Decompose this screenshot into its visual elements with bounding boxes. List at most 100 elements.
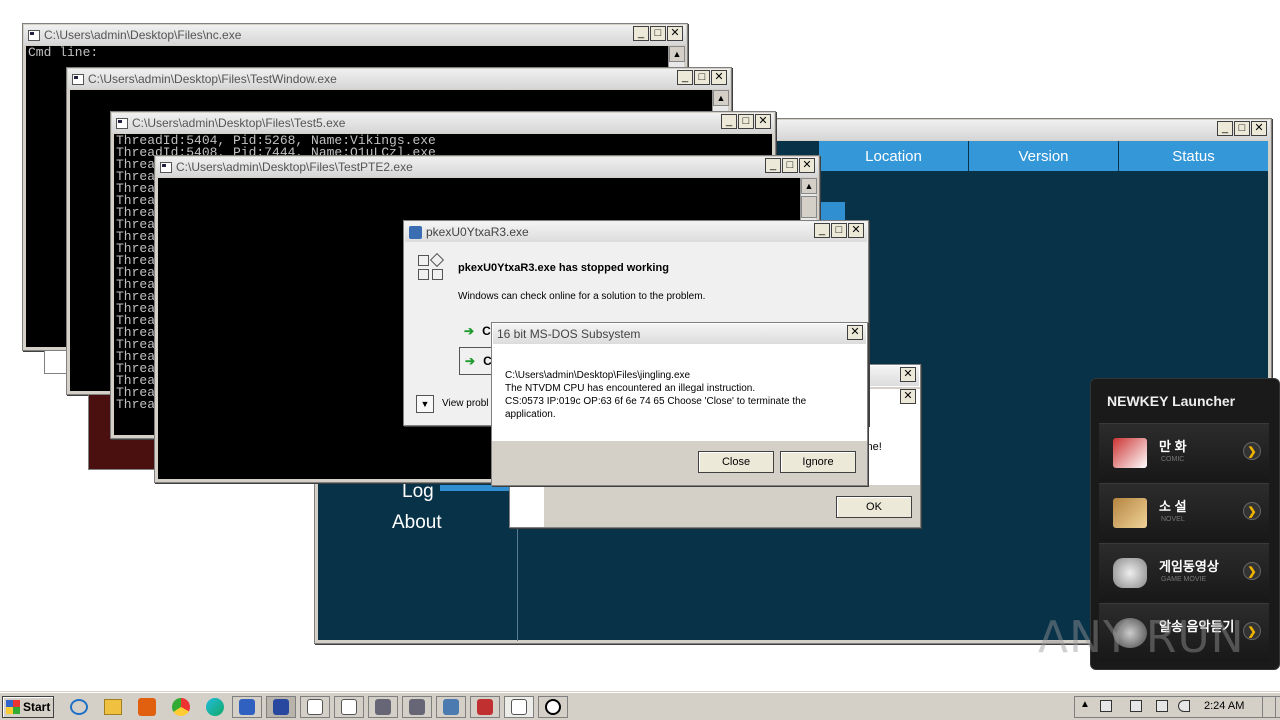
volume-icon[interactable] — [1178, 700, 1190, 712]
test5-titlebar[interactable]: C:\Users\admin\Desktop\Files\Test5.exe — [112, 113, 774, 133]
close-button[interactable]: ✕ — [848, 223, 864, 238]
taskbar-app-button[interactable] — [368, 696, 398, 718]
maximize-button[interactable]: □ — [650, 26, 666, 41]
minimize-button[interactable]: _ — [677, 70, 693, 85]
taskbar-console-button[interactable] — [300, 696, 330, 718]
minimize-button[interactable]: _ — [721, 114, 737, 129]
nc-title: C:\Users\admin\Desktop\Files\nc.exe — [44, 28, 242, 42]
console-icon — [72, 73, 84, 85]
taskbar-app-button[interactable] — [266, 696, 296, 718]
maximize-button[interactable]: □ — [831, 223, 847, 238]
taskbar-app-button[interactable] — [470, 696, 500, 718]
media-player-icon[interactable] — [138, 698, 156, 716]
console-icon — [307, 699, 323, 715]
taskbar-console-button[interactable] — [334, 696, 364, 718]
chevron-right-icon[interactable]: ❯ — [1243, 622, 1261, 640]
launcher-item-title: 소 설 — [1159, 499, 1187, 514]
console-icon — [511, 699, 527, 715]
window-controls: _ □ ✕ — [1217, 121, 1267, 136]
close-button[interactable]: ✕ — [900, 389, 916, 404]
msdos-dialog-titlebar[interactable]: 16 bit MS-DOS Subsystem — [493, 324, 866, 344]
clock[interactable]: 2:24 AM — [1204, 700, 1244, 712]
column-location[interactable]: Location — [818, 141, 968, 171]
close-button[interactable]: ✕ — [900, 367, 916, 382]
chevron-right-icon[interactable]: ❯ — [1243, 442, 1261, 460]
testpte2-titlebar[interactable]: C:\Users\admin\Desktop\Files\TestPTE2.ex… — [156, 157, 818, 177]
app-icon — [239, 699, 255, 715]
close-button[interactable]: ✕ — [1251, 121, 1267, 136]
maximize-button[interactable]: □ — [782, 158, 798, 173]
show-desktop-button[interactable] — [1262, 696, 1276, 718]
msdos-line3: CS:0573 IP:019c OP:63 6f 6e 74 65 Choose… — [505, 396, 807, 407]
console-icon — [160, 161, 172, 173]
chevron-right-icon[interactable]: ❯ — [1243, 562, 1261, 580]
stopped-message: Windows can check online for a solution … — [458, 291, 706, 302]
sidebar-item-about[interactable]: About — [392, 512, 442, 534]
expand-details-icon[interactable]: ▼ — [416, 395, 434, 413]
nc-titlebar[interactable]: C:\Users\admin\Desktop\Files\nc.exe — [24, 25, 686, 45]
close-button[interactable]: ✕ — [755, 114, 771, 129]
ok-button[interactable]: OK — [836, 496, 912, 518]
view-problem-link[interactable]: View probl — [442, 398, 489, 409]
folder-icon[interactable] — [104, 699, 122, 715]
testwindow-titlebar[interactable]: C:\Users\admin\Desktop\Files\TestWindow.… — [68, 69, 730, 89]
column-status[interactable]: Status — [1118, 141, 1268, 171]
taskbar-app-button[interactable] — [538, 696, 568, 718]
maximize-button[interactable]: □ — [1234, 121, 1250, 136]
window-controls: _ □ ✕ — [677, 70, 727, 85]
menu-icon[interactable] — [821, 202, 845, 222]
nc-console-text: Cmd line: — [28, 46, 99, 60]
close-button[interactable]: ✕ — [799, 158, 815, 173]
chrome-icon[interactable] — [172, 698, 190, 716]
chevron-right-icon[interactable]: ❯ — [1243, 502, 1261, 520]
start-button[interactable]: Start — [2, 696, 54, 718]
window-controls: ✕ — [900, 389, 916, 404]
stopped-dialog-titlebar[interactable]: pkexU0YtxaR3.exe — [405, 222, 867, 242]
minimize-button[interactable]: _ — [633, 26, 649, 41]
msdos-message: C:\Users\admin\Desktop\Files\jingling.ex… — [505, 369, 806, 421]
console-icon — [341, 699, 357, 715]
scroll-thumb[interactable] — [801, 196, 817, 218]
maximize-button[interactable]: □ — [738, 114, 754, 129]
green-arrow-icon: ➔ — [464, 324, 475, 338]
chevron-up-icon[interactable]: ▲ — [1080, 699, 1090, 710]
launcher-item-game-movie[interactable]: 게임동영상 GAME MOVIE ❯ — [1099, 543, 1269, 601]
scroll-up-icon[interactable]: ▲ — [669, 46, 685, 62]
app-icon — [409, 699, 425, 715]
msdos-line2: The NTVDM CPU has encountered an illegal… — [505, 383, 756, 394]
ie-icon[interactable] — [70, 699, 88, 715]
launcher-item-novel[interactable]: 소 설 NOVEL ❯ — [1099, 483, 1269, 541]
scroll-up-icon[interactable]: ▲ — [713, 90, 729, 106]
close-button[interactable]: ✕ — [711, 70, 727, 85]
column-version[interactable]: Version — [968, 141, 1118, 171]
ignore-button[interactable]: Ignore — [780, 451, 856, 473]
close-button[interactable]: ✕ — [667, 26, 683, 41]
edge-icon[interactable] — [206, 698, 224, 716]
scroll-up-icon[interactable]: ▲ — [801, 178, 817, 194]
sidebar-item-log[interactable]: Log — [402, 481, 434, 503]
minimize-button[interactable]: _ — [765, 158, 781, 173]
msdos-dialog[interactable]: 16 bit MS-DOS Subsystem ✕ C:\Users\admin… — [491, 322, 868, 486]
monitor-icon[interactable] — [1156, 700, 1168, 712]
maximize-button[interactable]: □ — [694, 70, 710, 85]
minimize-button[interactable]: _ — [814, 223, 830, 238]
taskbar-app-button[interactable] — [232, 696, 262, 718]
option-check-online[interactable]: ➔ C — [464, 324, 491, 338]
taskbar-console-button[interactable] — [504, 696, 534, 718]
taskbar: Start ▲ 2:24 AM — [0, 692, 1280, 720]
window-controls: _ □ ✕ — [814, 223, 864, 238]
flag-icon[interactable] — [1130, 700, 1142, 712]
console-icon — [28, 29, 40, 41]
launcher-item-comic[interactable]: 만 화 COMIC ❯ — [1099, 423, 1269, 481]
minimize-button[interactable]: _ — [1217, 121, 1233, 136]
taskbar-app-button[interactable] — [402, 696, 432, 718]
green-arrow-icon: ➔ — [465, 354, 476, 368]
network-icon[interactable] — [1100, 700, 1112, 712]
gamepad-icon — [1113, 558, 1147, 588]
close-app-button[interactable]: Close — [698, 451, 774, 473]
book-icon — [1113, 498, 1147, 528]
console-icon — [116, 117, 128, 129]
close-button[interactable]: ✕ — [847, 325, 863, 340]
program-icon — [418, 252, 446, 283]
taskbar-app-button[interactable] — [436, 696, 466, 718]
